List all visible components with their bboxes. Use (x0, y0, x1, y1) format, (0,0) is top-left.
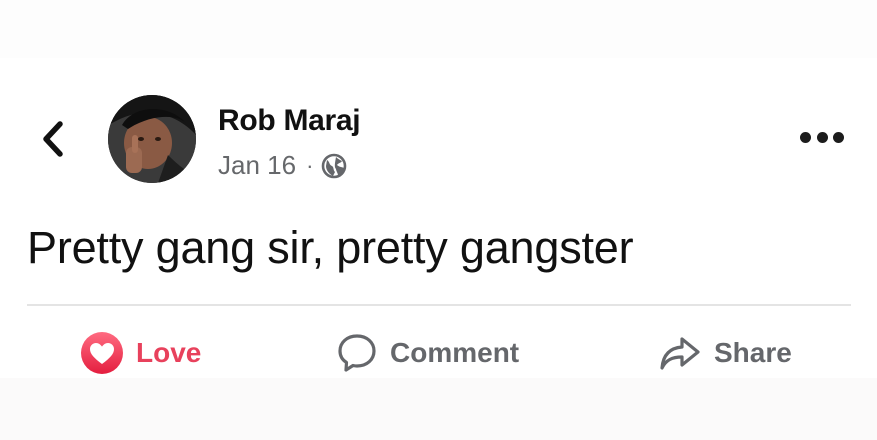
globe-icon (322, 153, 347, 178)
love-button[interactable]: Love (80, 332, 201, 374)
share-button[interactable]: Share (658, 332, 792, 374)
author-name[interactable]: Rob Maraj (218, 104, 361, 138)
meta-separator: · (306, 152, 314, 178)
back-button[interactable] (36, 118, 70, 160)
love-reaction-icon (81, 332, 123, 374)
more-options-button[interactable] (800, 124, 844, 150)
post-date[interactable]: Jan 16 (218, 150, 296, 181)
bottom-background (0, 378, 877, 440)
share-label: Share (714, 337, 792, 368)
share-arrow-icon (660, 337, 700, 370)
divider (27, 304, 851, 306)
comment-button[interactable]: Comment (336, 332, 519, 374)
comment-icon (338, 334, 376, 372)
top-background (0, 0, 877, 58)
avatar-photo (108, 95, 196, 183)
love-label: Love (136, 337, 202, 368)
comment-label: Comment (390, 337, 520, 368)
more-dot (833, 131, 844, 143)
more-dot (800, 131, 811, 143)
chevron-left-icon (43, 121, 63, 157)
post-meta: Jan 16 · (218, 150, 347, 181)
post-text: Pretty gang sir, pretty gangster (27, 222, 634, 273)
more-dot (816, 131, 828, 143)
avatar[interactable] (108, 95, 196, 183)
